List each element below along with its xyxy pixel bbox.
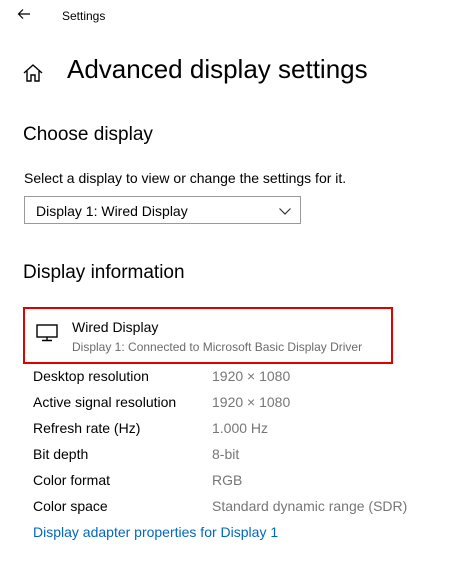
info-label: Refresh rate (Hz) [33,420,141,436]
back-arrow-icon [17,7,31,25]
info-row-refresh-rate: Refresh rate (Hz) 1.000 Hz [33,420,443,446]
info-row-color-format: Color format RGB [33,472,443,498]
info-row-bit-depth: Bit depth 8-bit [33,446,443,472]
display-name: Wired Display [72,319,159,335]
display-select-value: Display 1: Wired Display [36,203,188,219]
info-value: 1.000 Hz [212,420,269,436]
info-label: Color space [33,498,108,514]
back-button[interactable] [10,4,38,28]
info-label: Desktop resolution [33,368,149,384]
info-value: 1920 × 1080 [212,368,291,384]
info-value: 8-bit [212,446,240,462]
display-card-highlighted: Wired Display Display 1: Connected to Mi… [23,307,393,364]
info-label: Bit depth [33,446,89,462]
info-label: Active signal resolution [33,394,177,410]
display-info-table: Desktop resolution 1920 × 1080 Active si… [33,368,443,524]
display-connection-subtitle: Display 1: Connected to Microsoft Basic … [72,340,363,354]
title-bar: Settings [0,0,450,34]
info-value: RGB [212,472,243,488]
choose-display-heading: Choose display [23,124,153,145]
info-row-desktop-resolution: Desktop resolution 1920 × 1080 [33,368,443,394]
chevron-down-icon [278,204,292,216]
monitor-icon [35,323,59,343]
display-information-heading: Display information [23,262,185,283]
info-row-active-signal-resolution: Active signal resolution 1920 × 1080 [33,394,443,420]
display-adapter-properties-link[interactable]: Display adapter properties for Display 1 [33,524,278,540]
page-title: Advanced display settings [67,54,368,84]
display-select[interactable]: Display 1: Wired Display [24,196,301,224]
window-title: Settings [62,9,106,23]
info-value: Standard dynamic range (SDR) [212,498,408,514]
home-icon[interactable] [22,62,44,84]
choose-display-description: Select a display to view or change the s… [24,170,347,186]
info-label: Color format [33,472,111,488]
info-row-color-space: Color space Standard dynamic range (SDR) [33,498,443,524]
info-value: 1920 × 1080 [212,394,291,410]
